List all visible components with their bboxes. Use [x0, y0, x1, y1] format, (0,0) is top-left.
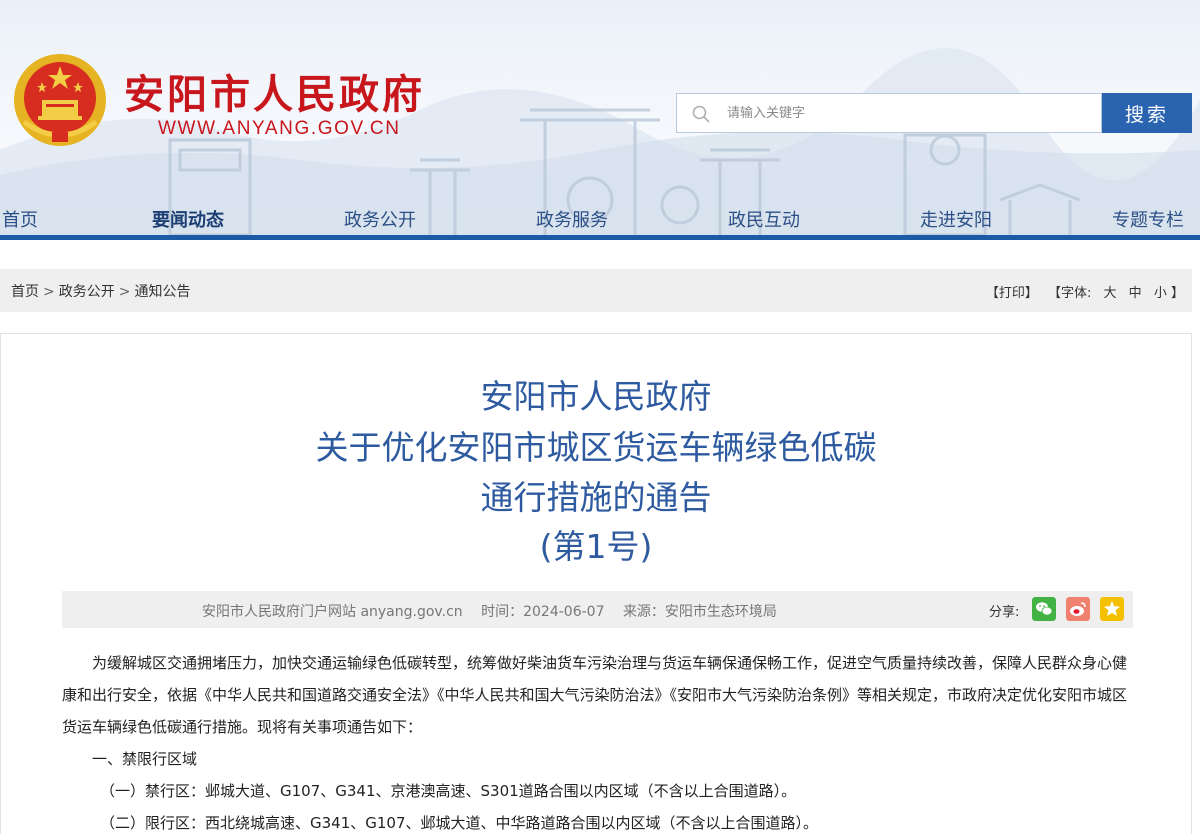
search-icon — [692, 105, 710, 123]
nav-item-home[interactable]: 首页 — [2, 206, 38, 232]
breadcrumb-notices[interactable]: 通知公告 — [134, 284, 190, 300]
site-header: 安阳市人民政府 WWW.ANYANG.GOV.CN 搜索 首页 要闻动态 政务公… — [0, 0, 1200, 240]
nav-item-gov-affairs[interactable]: 政务公开 — [344, 206, 416, 232]
meta-source: 来源：安阳市生态环境局 — [622, 604, 777, 620]
article-meta-bar: 安阳市人民政府门户网站 anyang.gov.cn 时间：2024-06-07 … — [62, 591, 1133, 628]
article-tools: 【打印】 【字体: 大 中 小 】 — [986, 282, 1184, 301]
article-meta: 安阳市人民政府门户网站 anyang.gov.cn 时间：2024-06-07 … — [202, 601, 791, 621]
print-button[interactable]: 【打印】 — [986, 286, 1038, 301]
meta-site: 安阳市人民政府门户网站 anyang.gov.cn — [202, 604, 463, 620]
article-title-line-3: 通行措施的通告 — [480, 478, 712, 517]
search-box — [676, 93, 1102, 133]
nav-item-news[interactable]: 要闻动态 — [152, 206, 224, 232]
font-size-close-bracket: 】 — [1170, 286, 1184, 301]
article-title-line-2: 关于优化安阳市城区货运车辆绿色低碳 — [315, 428, 877, 467]
breadcrumb-home[interactable]: 首页 — [11, 284, 39, 300]
font-size-small-button[interactable]: 小 — [1154, 286, 1167, 301]
search-button[interactable]: 搜索 — [1102, 93, 1192, 133]
breadcrumb: 首页 > 政务公开 > 通知公告 — [11, 281, 190, 301]
nav-item-interaction[interactable]: 政民互动 — [728, 206, 800, 232]
list-item: （二）限行区：西北绕城高速、G341、G107、邺城大道、中华路道路合围以内区域… — [100, 814, 819, 832]
font-size-medium-button[interactable]: 中 — [1129, 286, 1142, 301]
site-url: WWW.ANYANG.GOV.CN — [158, 118, 401, 139]
favorite-star-icon[interactable] — [1100, 597, 1124, 621]
weibo-icon[interactable] — [1066, 597, 1090, 621]
search-input[interactable] — [727, 94, 1087, 132]
font-size-large-button[interactable]: 大 — [1104, 286, 1117, 301]
font-size-label: 【字体: — [1047, 286, 1092, 301]
wechat-icon[interactable] — [1032, 597, 1056, 621]
breadcrumb-bar: 首页 > 政务公开 > 通知公告 【打印】 【字体: 大 中 小 】 — [0, 269, 1192, 312]
article-paragraph: 为缓解城区交通拥堵压力，加快交通运输绿色低碳转型，统筹做好柴油货车污染治理与货运… — [62, 654, 1128, 736]
breadcrumb-gov-affairs[interactable]: 政务公开 — [59, 284, 115, 300]
nav-item-gov-services[interactable]: 政务服务 — [536, 206, 608, 232]
national-emblem-logo — [14, 54, 106, 146]
section-heading: 一、禁限行区域 — [92, 750, 198, 768]
site-name: 安阳市人民政府 — [124, 72, 425, 118]
meta-time: 时间：2024-06-07 — [481, 604, 605, 620]
share-label: 分享: — [989, 605, 1020, 620]
breadcrumb-separator: > — [43, 284, 55, 300]
breadcrumb-separator: > — [118, 284, 131, 300]
article-body: 为缓解城区交通拥堵压力，加快交通运输绿色低碳转型，统筹做好柴油货车污染治理与货运… — [62, 647, 1133, 834]
nav-item-about-anyang[interactable]: 走进安阳 — [920, 206, 992, 232]
main-nav: 首页 要闻动态 政务公开 政务服务 政民互动 走进安阳 专题专栏 — [0, 200, 1200, 236]
nav-item-special-topics[interactable]: 专题专栏 — [1112, 206, 1184, 232]
article-title-line-1: 安阳市人民政府 — [480, 377, 712, 416]
article-title-line-4: (第1号) — [539, 527, 653, 566]
list-item: （一）禁行区：邺城大道、G107、G341、京港澳高速、S301道路合围以内区域… — [100, 782, 797, 800]
nav-underline — [0, 235, 1200, 240]
